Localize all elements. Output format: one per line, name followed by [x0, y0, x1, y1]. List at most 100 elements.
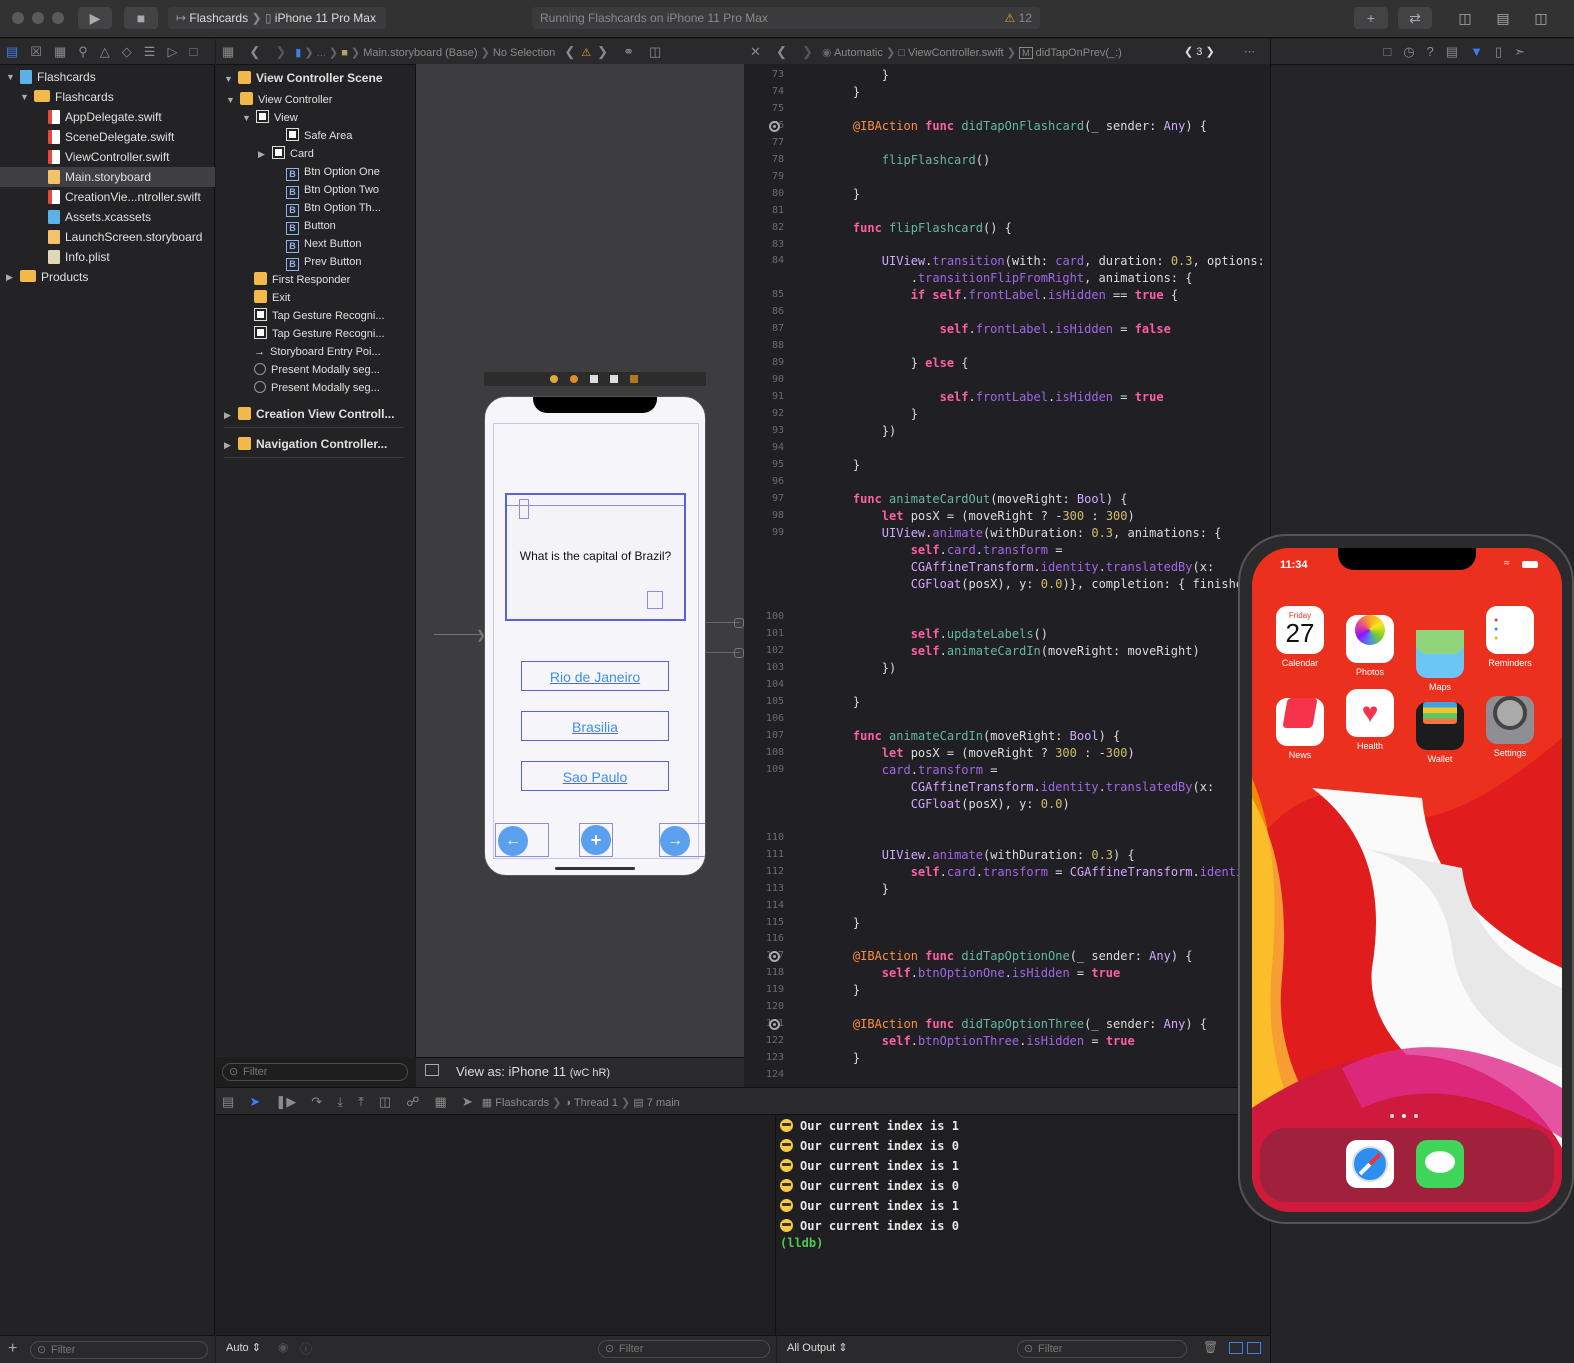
back-chevron-icon[interactable]: ❮	[249, 39, 260, 65]
maps-app[interactable]: Maps	[1416, 606, 1464, 692]
step-over-icon[interactable]: ↷	[311, 1088, 322, 1116]
option-button-2[interactable]: Brasilia	[521, 711, 669, 741]
navigator-item-products[interactable]: ▶ Products	[0, 267, 215, 287]
disclosure-triangle-icon[interactable]: ▶	[6, 267, 13, 287]
code-line[interactable]: })	[824, 661, 896, 675]
toggle-navigator-button[interactable]: ◫	[1448, 7, 1482, 29]
prev-issue-icon[interactable]: ❮	[564, 39, 575, 65]
outline-item-present-modally-segue[interactable]: Present Modally seg...	[240, 361, 380, 379]
photos-app[interactable]: Photos	[1346, 606, 1394, 677]
code-line[interactable]: @IBAction func didTapOnFlashcard(_ sende…	[824, 119, 1207, 133]
navigator-item-assets-xcassets[interactable]: Assets.xcassets	[0, 207, 215, 227]
ibaction-connection-icon[interactable]	[769, 120, 780, 132]
code-line[interactable]: self.frontLabel.isHidden = true	[824, 390, 1164, 404]
add-button-frame[interactable]: +	[579, 823, 613, 857]
attributes-inspector-icon[interactable]: ▼	[1470, 39, 1483, 65]
code-line[interactable]: self.card.transform = CGAffineTransform.…	[824, 865, 1258, 879]
identity-inspector-icon[interactable]: ▤	[1446, 39, 1458, 65]
code-line[interactable]: UIView.animate(withDuration: 0.3) {	[824, 848, 1135, 862]
console-view[interactable]	[777, 1116, 1270, 1363]
code-line[interactable]: card.transform =	[824, 763, 998, 777]
gesture-dock-icon-2[interactable]	[610, 375, 618, 383]
code-line[interactable]: self.frontLabel.isHidden = false	[824, 322, 1171, 336]
test-navigator-icon[interactable]: ◇	[122, 39, 132, 65]
code-line[interactable]: CGAffineTransform.identity.translatedBy(…	[824, 780, 1214, 794]
question-label[interactable]: What is the capital of Brazil?	[507, 549, 684, 563]
disclosure-triangle-icon[interactable]: ▼	[226, 91, 236, 109]
lldb-prompt[interactable]: (lldb)	[780, 1236, 823, 1250]
info-icon[interactable]: ⓘ	[300, 1340, 312, 1357]
report-navigator-icon[interactable]: □	[189, 39, 197, 65]
code-line[interactable]: .transitionFlipFromRight, animations: {	[824, 271, 1193, 285]
outline-item-view-controller[interactable]: ▼ View Controller	[226, 91, 332, 109]
symbol-navigator-icon[interactable]: ▦	[54, 39, 66, 65]
console-filter-field[interactable]: Filter ⊙	[1017, 1340, 1187, 1358]
news-app[interactable]: News	[1276, 689, 1324, 760]
counterpart-nav[interactable]: ❮ 3 ❯	[1184, 39, 1215, 65]
outline-item-first-responder[interactable]: First Responder	[240, 271, 350, 289]
forward-chevron-icon[interactable]: ❯	[802, 39, 813, 65]
toggle-inspector-button[interactable]: ◫	[1524, 7, 1558, 29]
navigator-item-viewcontroller-swift[interactable]: ViewController.swift	[0, 147, 215, 167]
outline-item-button[interactable]: B Button	[272, 217, 336, 235]
first-responder-dock-icon[interactable]	[570, 375, 578, 383]
entry-point-arrow[interactable]	[434, 634, 482, 635]
code-review-button[interactable]: ⇄	[1398, 7, 1432, 29]
calendar-app[interactable]: Friday 27 Calendar	[1276, 606, 1324, 668]
outline-item-btn-option-one[interactable]: B Btn Option One	[272, 163, 380, 181]
toggle-debug-area-button[interactable]: ▤	[1486, 7, 1520, 29]
exit-dock-icon[interactable]	[630, 375, 638, 383]
code-line[interactable]: }	[824, 187, 860, 201]
outline-item-exit[interactable]: Exit	[240, 289, 290, 307]
run-button[interactable]: ▶	[78, 7, 112, 29]
reminders-app[interactable]: ● ● ● Reminders	[1486, 606, 1534, 668]
hide-debug-area-icon[interactable]: ▤	[222, 1088, 234, 1116]
output-selector[interactable]: All Output ⇕	[787, 1341, 848, 1354]
next-button-frame[interactable]: →	[659, 823, 705, 857]
navigator-item-appdelegate-swift[interactable]: AppDelegate.swift	[0, 107, 215, 127]
disclosure-triangle-icon[interactable]: ▼	[224, 70, 234, 88]
library-button[interactable]: +	[1354, 7, 1388, 29]
minimize-window-button[interactable]	[32, 12, 44, 24]
variables-filter-field[interactable]: Filter ⊙	[598, 1340, 770, 1358]
frame-crumb[interactable]: 7 main	[647, 1097, 680, 1109]
outline-filter-field[interactable]: Filter ⊙	[222, 1063, 408, 1081]
close-editor-icon[interactable]: ✕	[750, 39, 761, 65]
code-line[interactable]: UIView.transition(with: card, duration: …	[824, 254, 1265, 268]
outline-scene-view-controller[interactable]: ▼ View Controller Scene	[224, 69, 383, 87]
disclosure-triangle-icon[interactable]: ▶	[258, 145, 268, 163]
next-arrow-icon[interactable]: →	[660, 826, 690, 856]
show-variables-icon[interactable]	[1229, 1342, 1243, 1354]
folder-navigator-icon[interactable]: ▤	[6, 39, 18, 65]
health-app[interactable]: ♥ Health	[1346, 689, 1394, 751]
prev-counterpart-icon[interactable]: ❮	[1184, 46, 1193, 58]
disclosure-triangle-icon[interactable]: ▶	[224, 406, 234, 424]
segue-icon[interactable]	[734, 618, 744, 628]
warning-icon[interactable]: ⚠	[581, 47, 591, 59]
disclosure-triangle-icon[interactable]: ▼	[242, 109, 252, 127]
navigator-filter-field[interactable]: Filter ⊙	[30, 1341, 208, 1359]
code-line[interactable]: let posX = (moveRight ? -300 : 300)	[824, 509, 1135, 523]
warning-badge[interactable]: ⚠ 12	[1005, 7, 1032, 29]
navigator-item-scenedelegate-swift[interactable]: SceneDelegate.swift	[0, 127, 215, 147]
trash-icon[interactable]: 🗑	[1203, 1340, 1218, 1354]
safari-icon[interactable]	[1346, 1140, 1394, 1188]
code-line[interactable]: func animateCardOut(moveRight: Bool) {	[824, 492, 1128, 506]
gesture-dock-icon[interactable]	[590, 375, 598, 383]
view-controller-dock-icon[interactable]	[550, 375, 558, 383]
code-line[interactable]: self.updateLabels()	[824, 627, 1048, 641]
code-line[interactable]: func animateCardIn(moveRight: Bool) {	[824, 729, 1120, 743]
code-line[interactable]: let posX = (moveRight ? 300 : -300)	[824, 746, 1135, 760]
automatic-crumb[interactable]: Automatic	[834, 47, 883, 59]
code-line[interactable]: }	[824, 68, 889, 82]
history-inspector-icon[interactable]: ◷	[1403, 39, 1414, 65]
outline-item-tap-gesture-recognizer[interactable]: Tap Gesture Recogni...	[240, 307, 385, 325]
code-line[interactable]: @IBAction func didTapOptionThree(_ sende…	[824, 1017, 1207, 1031]
add-plus-icon[interactable]: +	[581, 825, 611, 855]
source-editor[interactable]: 73 }74 }7576 @IBAction func didTapOnFlas…	[744, 64, 1270, 1086]
navigator-item-main-storyboard[interactable]: Main.storyboard	[0, 167, 215, 187]
navigator-item-flashcards[interactable]: ▼ Flashcards	[0, 67, 215, 87]
messages-icon[interactable]	[1416, 1140, 1464, 1188]
prev-button-frame[interactable]: ←	[495, 823, 549, 857]
simulator-screen[interactable]: 11:34 ≈ Friday 27 Calendar Photos Maps ● ● ● Rem…	[1252, 548, 1562, 1212]
